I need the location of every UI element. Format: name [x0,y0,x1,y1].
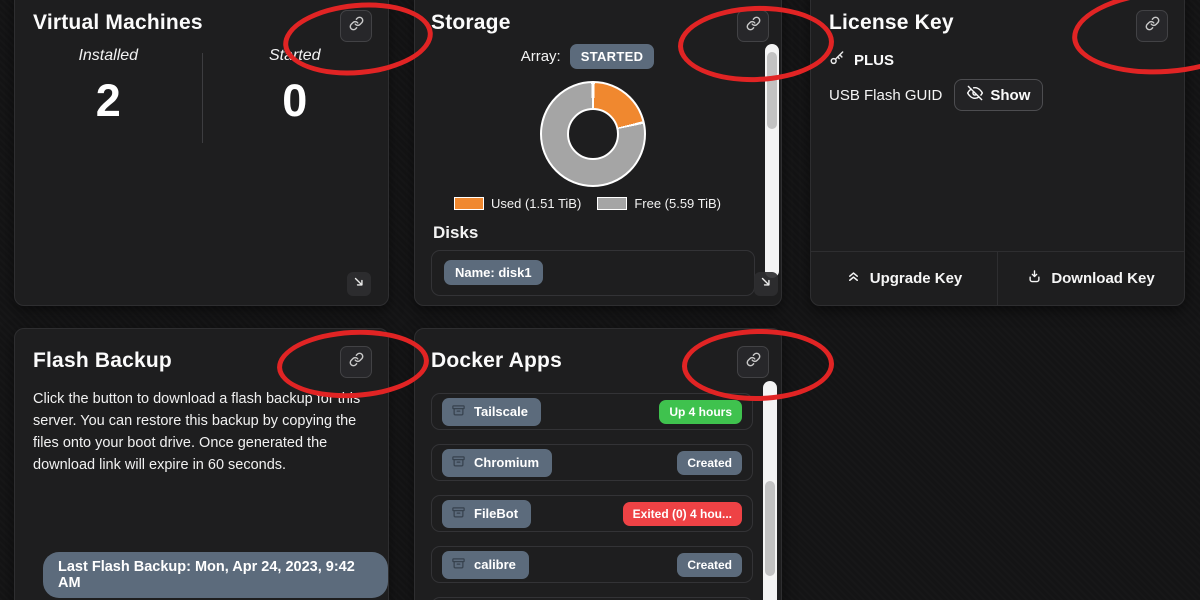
docker-scrollbar[interactable] [763,381,777,600]
docker-card-title: Docker Apps [431,349,562,373]
download-key-label: Download Key [1051,270,1154,287]
docker-scrollbar-thumb[interactable] [765,481,775,576]
array-usage-donut [540,81,646,187]
array-status-row: Array: STARTED [415,44,760,69]
container-box-icon [451,454,466,472]
card-storage: Storage Array: STARTED Used (1.51 TiB) F… [414,0,782,306]
legend-item-used: Used (1.51 TiB) [454,196,581,211]
card-virtual-machines: Virtual Machines Installed 2 Started 0 [14,0,389,306]
docker-app-chip[interactable]: Chromium [442,449,552,477]
link-icon [349,352,364,372]
show-guid-button[interactable]: Show [954,79,1043,111]
storage-card-title: Storage [431,11,511,35]
docker-app-name: calibre [474,557,516,572]
vm-stats-divider [202,53,203,143]
vm-installed-label: Installed [15,47,202,65]
upgrade-key-button[interactable]: Upgrade Key [811,252,998,305]
array-label: Array: [521,48,561,65]
docker-app-status-badge: Created [677,553,742,577]
docker-link-button[interactable] [737,346,769,378]
array-status-badge: STARTED [570,44,655,69]
license-footer: Upgrade Key Download Key [811,251,1184,305]
storage-resize-handle[interactable] [754,272,778,296]
vm-started-label: Started [202,47,389,65]
link-icon [746,352,761,372]
download-icon [1027,269,1042,288]
free-swatch [597,197,627,210]
upgrade-key-label: Upgrade Key [870,270,963,287]
used-label: Used (1.51 TiB) [491,196,581,211]
vm-resize-handle[interactable] [347,272,371,296]
docker-app-status-badge: Exited (0) 4 hou... [623,502,742,526]
link-icon [349,16,364,36]
license-card-title: License Key [829,11,954,35]
chevrons-up-icon [846,269,861,288]
docker-app-row: FileBot Exited (0) 4 hou... [431,495,753,532]
legend-item-free: Free (5.59 TiB) [597,196,721,211]
vm-started-value: 0 [202,75,389,127]
docker-app-chip[interactable]: FileBot [442,500,531,528]
used-swatch [454,197,484,210]
disk-name-badge[interactable]: Name: disk1 [444,260,543,285]
docker-app-row: Chromium Created [431,444,753,481]
guid-row: USB Flash GUID Show [829,79,1043,111]
card-license-key: License Key PLUS USB Flash GUID Show Upg… [810,0,1185,306]
last-flash-backup-badge: Last Flash Backup: Mon, Apr 24, 2023, 9:… [43,552,388,598]
disks-list: Name: disk1 [431,250,755,296]
vm-started-column: Started 0 [202,47,389,127]
license-plan-label: PLUS [854,52,894,69]
docker-app-name: Tailscale [474,404,528,419]
flash-link-button[interactable] [340,346,372,378]
flash-card-title: Flash Backup [33,349,172,373]
license-plan-row: PLUS [829,50,894,70]
docker-app-row: Tailscale Up 4 hours [431,393,753,430]
vm-installed-column: Installed 2 [15,47,202,127]
guid-label: USB Flash GUID [829,87,942,104]
disks-heading: Disks [433,223,478,243]
card-docker-apps: Docker Apps Tailscale Up 4 hours Chromiu… [414,328,782,600]
donut-hole [567,108,619,160]
container-box-icon [451,403,466,421]
docker-app-status-badge: Up 4 hours [659,400,742,424]
storage-link-button[interactable] [737,10,769,42]
link-icon [746,16,761,36]
storage-scrollbar-thumb[interactable] [767,52,777,129]
flash-backup-description: Click the button to download a flash bac… [33,388,375,476]
docker-app-name: FileBot [474,506,518,521]
vm-installed-value: 2 [15,75,202,127]
docker-app-status-badge: Created [677,451,742,475]
vm-link-button[interactable] [340,10,372,42]
donut-legend: Used (1.51 TiB) Free (5.59 TiB) [415,196,760,211]
free-label: Free (5.59 TiB) [634,196,721,211]
docker-app-row: calibre Created [431,546,753,583]
link-icon [1145,16,1160,36]
container-box-icon [451,505,466,523]
storage-scrollbar[interactable] [765,44,779,278]
docker-app-name: Chromium [474,455,539,470]
download-key-button[interactable]: Download Key [998,252,1184,305]
resize-arrow-icon [352,275,366,294]
docker-app-chip[interactable]: Tailscale [442,398,541,426]
docker-app-chip[interactable]: calibre [442,551,529,579]
container-box-icon [451,556,466,574]
card-flash-backup: Flash Backup Click the button to downloa… [14,328,389,600]
resize-arrow-icon [759,275,773,294]
vm-card-title: Virtual Machines [33,11,203,35]
key-icon [829,50,845,70]
show-button-label: Show [990,87,1030,104]
license-link-button[interactable] [1136,10,1168,42]
eye-off-icon [967,85,983,105]
dashboard: Virtual Machines Installed 2 Started 0 S… [0,0,1200,600]
